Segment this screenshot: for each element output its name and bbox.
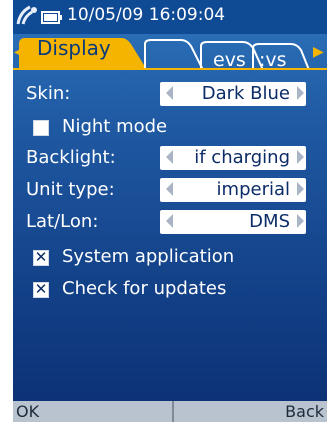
chevron-left-icon[interactable] (166, 150, 173, 164)
unit-type-selector[interactable]: imperial (160, 178, 306, 202)
checkmark-x-icon: ✕ (34, 280, 48, 298)
chevron-right-icon[interactable] (297, 150, 304, 164)
latlon-selector[interactable]: DMS (160, 210, 306, 234)
night-mode-checkbox[interactable] (33, 120, 49, 136)
check-updates-label: Check for updates (62, 278, 227, 299)
setting-row-system-application[interactable]: ✕ System application (13, 242, 327, 270)
tab-ghost-label-2[interactable]: :vs (259, 49, 287, 71)
setting-row-unit-type: Unit type: imperial (13, 176, 327, 204)
left-margin (0, 0, 13, 422)
device-screen: 10/05/09 16:09:04 ◀ Display evs :vs ▶ Sk… (13, 0, 327, 422)
tab-left-arrow-icon[interactable]: ◀ (14, 44, 25, 60)
chevron-right-icon[interactable] (297, 86, 304, 100)
unit-type-label: Unit type: (26, 179, 115, 200)
satellite-icon (15, 4, 41, 26)
tab-ghost-label-1[interactable]: evs (213, 49, 246, 71)
backlight-value: if charging (194, 147, 290, 168)
system-application-checkbox[interactable]: ✕ (33, 248, 49, 266)
skin-label: Skin: (26, 83, 71, 104)
check-updates-checkbox[interactable]: ✕ (33, 280, 49, 298)
latlon-label: Lat/Lon: (26, 211, 99, 232)
skin-value: Dark Blue (201, 83, 290, 104)
ok-softkey[interactable]: OK (16, 402, 39, 421)
tab-display[interactable]: Display (37, 36, 111, 60)
night-mode-label: Night mode (62, 116, 168, 137)
softkey-bar: OK Back (13, 401, 327, 422)
chevron-left-icon[interactable] (166, 182, 173, 196)
setting-row-latlon: Lat/Lon: DMS (13, 208, 327, 236)
setting-row-night-mode[interactable]: Night mode (13, 112, 327, 140)
tab-right-arrow-icon[interactable]: ▶ (313, 44, 324, 60)
setting-row-backlight: Backlight: if charging (13, 144, 327, 172)
system-application-label: System application (62, 246, 235, 267)
unit-type-value: imperial (216, 179, 290, 200)
backlight-label: Backlight: (26, 147, 116, 168)
chevron-left-icon[interactable] (166, 214, 173, 228)
status-bar: 10/05/09 16:09:04 (13, 0, 327, 34)
chevron-left-icon[interactable] (166, 86, 173, 100)
softkey-divider (172, 401, 174, 422)
back-softkey[interactable]: Back (285, 402, 324, 421)
chevron-right-icon[interactable] (297, 182, 304, 196)
backlight-selector[interactable]: if charging (160, 146, 306, 170)
status-datetime: 10/05/09 16:09:04 (67, 5, 226, 25)
skin-selector[interactable]: Dark Blue (160, 82, 306, 106)
latlon-value: DMS (249, 211, 290, 232)
setting-row-check-updates[interactable]: ✕ Check for updates (13, 274, 327, 302)
setting-row-skin: Skin: Dark Blue (13, 80, 327, 108)
battery-icon (41, 9, 63, 24)
chevron-right-icon[interactable] (297, 214, 304, 228)
checkmark-x-icon: ✕ (34, 248, 48, 266)
